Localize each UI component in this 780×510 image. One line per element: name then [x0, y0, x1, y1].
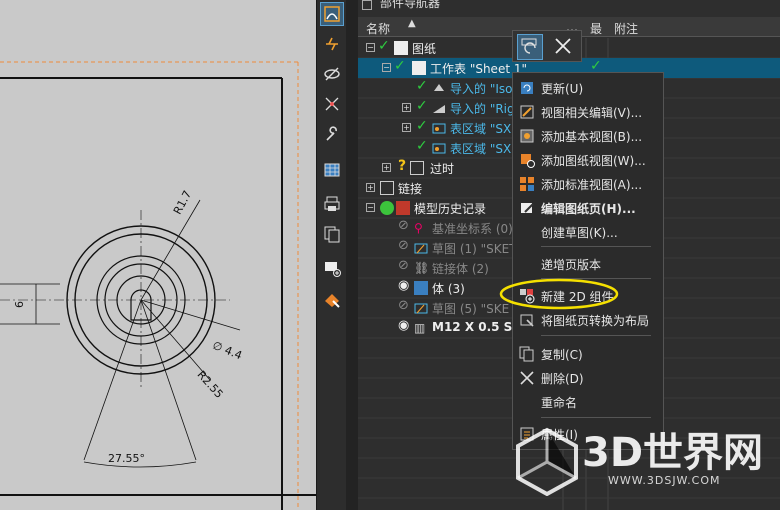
visible-eye-icon: ◉ [398, 318, 410, 333]
assembly-navigator-icon[interactable] [320, 92, 344, 116]
menu-delete[interactable]: 删除(D) [513, 367, 663, 389]
dim-six[interactable]: 6 [13, 301, 26, 308]
part-navigator-tab-icon[interactable] [320, 2, 344, 26]
status-green-icon [380, 201, 394, 215]
convert-layout-icon [519, 312, 535, 328]
hidden-eye-icon: ⊘ [398, 218, 409, 233]
col-3[interactable]: 最 [590, 20, 602, 37]
edit-sheet-icon [519, 200, 535, 216]
folder-icon [380, 181, 394, 195]
visible-eye-icon: ◉ [398, 278, 410, 293]
menu-update[interactable]: 更新(U) [513, 77, 663, 99]
menu-add-drawing-view[interactable]: 添加图纸视图(W)... [513, 149, 663, 171]
body-icon [414, 281, 428, 295]
menu-copy[interactable]: 复制(C) [513, 343, 663, 365]
menu-rename[interactable]: 重命名 [513, 391, 663, 413]
navigator-title: 部件导航器 [358, 0, 780, 12]
dim-angle[interactable]: 27.55° [108, 452, 145, 465]
menu-separator [541, 335, 651, 336]
export-icon[interactable] [320, 288, 344, 312]
hidden-eye-icon: ⊘ [398, 258, 409, 273]
close-icon[interactable] [551, 34, 577, 60]
hidden-eye-icon: ⊘ [398, 298, 409, 313]
menu-view-dependent-edit[interactable]: 视图相关编辑(V)... [513, 101, 663, 123]
mini-toolbar [512, 30, 582, 62]
update-icon [519, 80, 535, 96]
history-icon [396, 201, 410, 215]
menu-create-sketch[interactable]: 创建草图(K)... [513, 221, 663, 243]
menu-increment-revision[interactable]: 递增页版本 [513, 253, 663, 275]
thread-icon: ▥ [414, 321, 426, 335]
view-edit-icon [519, 104, 535, 120]
iso-view-icon [432, 81, 446, 95]
menu-edit-sheet[interactable]: 编辑图纸页(H)... [513, 197, 663, 219]
right-view-icon [432, 101, 446, 115]
copy-icon [519, 346, 535, 362]
watermark-brand: 3D世界网 [582, 430, 764, 476]
panel-divider[interactable] [346, 0, 358, 510]
highlight-circle [499, 278, 619, 310]
drawing-svg [0, 0, 316, 510]
menu-add-base-view[interactable]: 添加基本视图(B)... [513, 125, 663, 147]
print-icon[interactable] [320, 192, 344, 216]
menu-add-standard-view[interactable]: 添加标准视图(A)... [513, 173, 663, 195]
col-name[interactable]: 名称 [366, 20, 390, 37]
menu-new-2d-component[interactable]: 新建 2D 组件 [499, 278, 663, 310]
hide-show-icon[interactable] [320, 62, 344, 86]
hidden-eye-icon: ⊘ [398, 238, 409, 253]
table-icon[interactable] [320, 158, 344, 182]
table-region-icon [432, 121, 446, 135]
resource-toolbar [316, 0, 346, 510]
sheet-folder-icon [394, 41, 408, 55]
sketch-icon [414, 241, 428, 255]
constraint-navigator-icon[interactable] [320, 32, 344, 56]
watermark-url: WWW.3DSJW.COM [608, 474, 721, 487]
menu-convert-to-layout[interactable]: 将图纸页转换为布局 [513, 309, 663, 331]
col-4[interactable]: 附注 [614, 20, 638, 37]
sheet-icon [412, 61, 426, 75]
menu-separator [541, 246, 651, 247]
delete-icon [519, 370, 535, 386]
sort-up-icon[interactable]: ▲ [408, 18, 416, 29]
standard-view-icon [519, 176, 535, 192]
drawing-canvas[interactable]: R1.7 6 ∅ 4.4 R2.55 27.55° [0, 0, 316, 510]
link-icon: ⛓ [414, 261, 430, 275]
table-region-icon [432, 141, 446, 155]
base-view-icon [519, 128, 535, 144]
question-icon: ? [398, 158, 407, 174]
cube-logo-icon [516, 427, 578, 496]
pin-checkbox[interactable] [362, 0, 372, 10]
update-view-icon[interactable] [517, 34, 543, 60]
drawing-view-icon [519, 152, 535, 168]
new-sheet-icon[interactable] [320, 256, 344, 280]
copy-pages-icon[interactable] [320, 222, 344, 246]
wrench-icon[interactable] [320, 122, 344, 146]
sketch-icon [414, 301, 428, 315]
folder-icon [410, 161, 424, 175]
csys-icon: ⚲ [414, 221, 423, 235]
watermark: 3D世界网 WWW.3DSJW.COM [508, 418, 778, 510]
context-menu: 更新(U) 视图相关编辑(V)... 添加基本视图(B)... 添加图纸视图(W… [499, 72, 664, 450]
